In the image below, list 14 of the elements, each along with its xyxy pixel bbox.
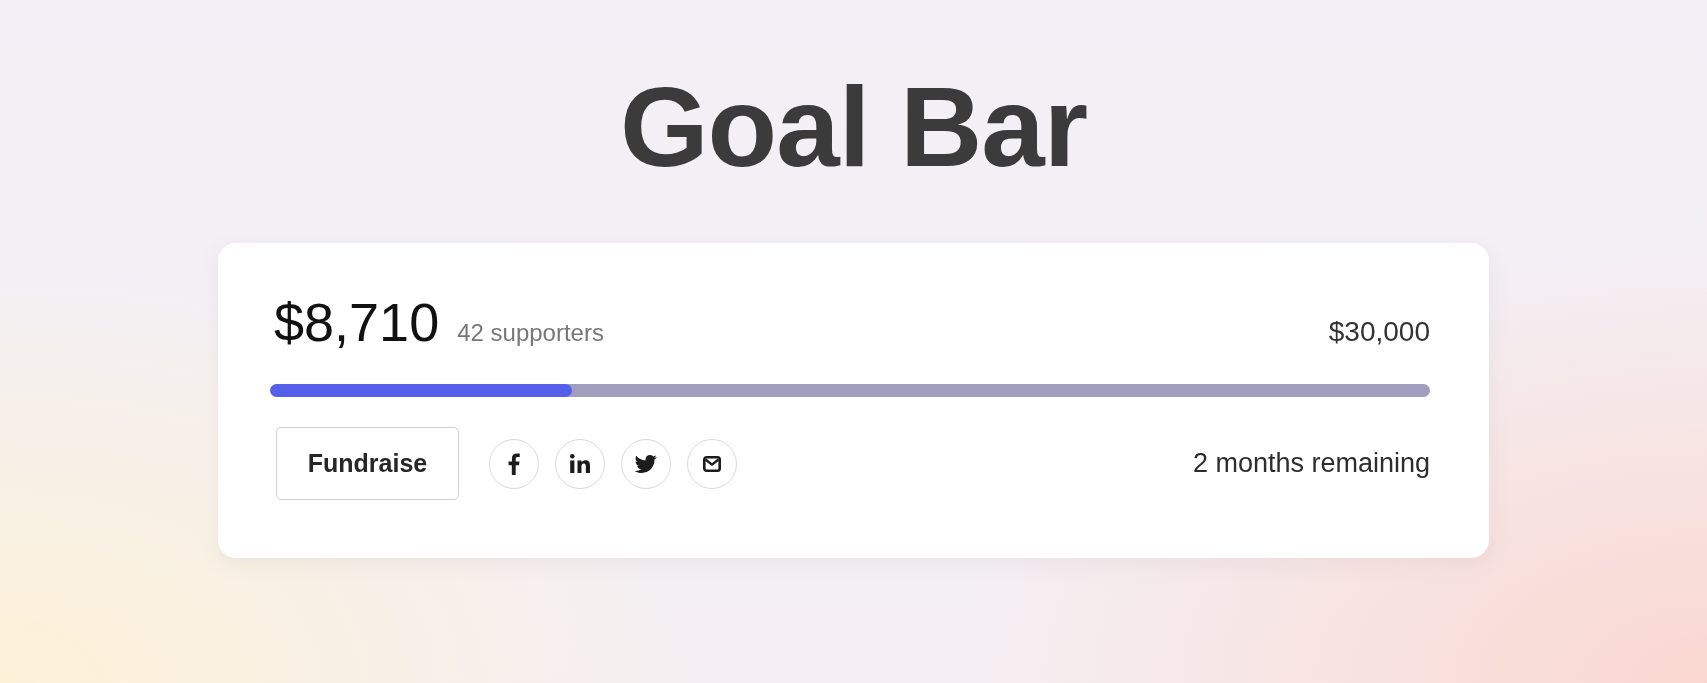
- page-title: Goal Bar: [619, 70, 1088, 184]
- linkedin-share-button[interactable]: [555, 438, 605, 489]
- supporters-count: 42 supporters: [457, 319, 604, 347]
- facebook-share-button[interactable]: [489, 438, 539, 489]
- fundraise-button[interactable]: Fundraise: [276, 427, 459, 500]
- raised-amount: $8,710: [274, 291, 440, 353]
- time-remaining: 2 months remaining: [1192, 448, 1430, 479]
- envelope-icon: [703, 455, 721, 472]
- facebook-icon: [508, 452, 520, 475]
- email-share-button[interactable]: [687, 438, 737, 489]
- goal-amount: $30,000: [1328, 316, 1430, 348]
- twitter-share-button[interactable]: [621, 438, 671, 489]
- bird-icon: [635, 454, 657, 473]
- linkedin-icon: [570, 454, 590, 473]
